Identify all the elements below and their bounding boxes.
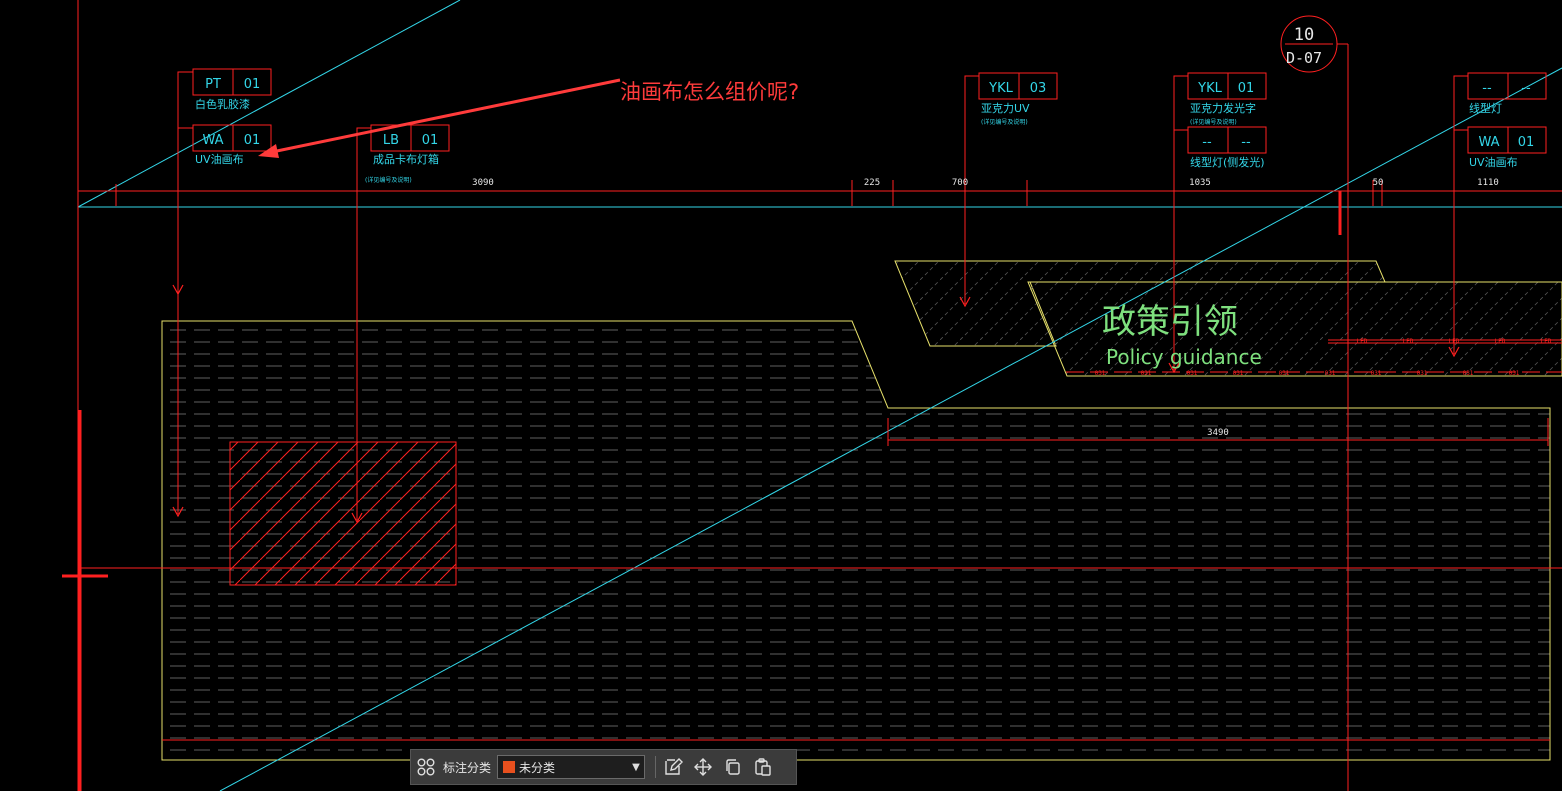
section-marker-top: 10 <box>1294 25 1314 45</box>
tag-right-top-desc: 线型灯 <box>1469 101 1502 115</box>
tag-wa-left-num: 01 <box>244 133 261 148</box>
dimension-lower: 3490 <box>1207 428 1229 438</box>
tag-wa-left-desc: UV油画布 <box>195 152 244 166</box>
tag-ykl01-desc: 亚克力发光字 <box>1190 101 1256 115</box>
tag-ykl03-note: (详见编号及说明) <box>981 118 1028 126</box>
lightbox-panel <box>229 441 457 586</box>
tag-right-top-num: -- <box>1521 81 1531 96</box>
dimension-700: 700 <box>952 178 968 188</box>
category-color-swatch <box>503 761 516 773</box>
dimension-50: 50 <box>1373 178 1384 188</box>
tag-pt-desc: 白色乳胶漆 <box>195 97 250 111</box>
light-strip-label-10: 031 <box>1509 370 1520 377</box>
light-strip-label-4: 031 <box>1233 370 1244 377</box>
edit-note-icon[interactable] <box>658 752 688 782</box>
tag-right-top-code: -- <box>1482 81 1492 96</box>
category-select-value: 未分类 <box>519 760 556 775</box>
dimension-1110: 1110 <box>1477 178 1499 188</box>
led-strip-label-2: LED <box>1403 338 1414 345</box>
tag-ykl03-code: YKL <box>988 81 1013 96</box>
section-marker: 10 D-07 <box>1280 15 1338 73</box>
tag-lb-code: LB <box>383 133 399 148</box>
sign-title-en: Policy guidance <box>1106 345 1262 369</box>
dimension-3090: 3090 <box>472 178 494 188</box>
annotation-text: 油画布怎么组价呢? <box>620 80 799 104</box>
toolbar-label: 标注分类 <box>443 760 492 775</box>
light-strip-label-1: 031 <box>1095 370 1106 377</box>
led-strip-label-1: LED <box>1357 338 1368 345</box>
tag-ykl01-note: (详见编号及说明) <box>1190 118 1237 126</box>
dimension-225: 225 <box>864 178 880 188</box>
light-strip-label-2: 031 <box>1141 370 1152 377</box>
light-strip-label-3: 031 <box>1187 370 1198 377</box>
paste-icon[interactable] <box>748 752 778 782</box>
review-annotation: 油画布怎么组价呢? <box>258 78 799 158</box>
grid-icon[interactable] <box>411 752 441 782</box>
tag-wa-right-num: 01 <box>1518 135 1535 150</box>
light-strip-label-8: 031 <box>1417 370 1428 377</box>
cad-canvas[interactable]: 10 D-07 PT 01 白色乳胶漆 WA 01 UV油画布 LB 01 成品… <box>0 0 1562 791</box>
light-strip-label-7: 031 <box>1371 370 1382 377</box>
light-strip-label-6: 031 <box>1325 370 1336 377</box>
led-strip-label-5: LED <box>1541 338 1552 345</box>
led-strip-label-3: LED <box>1449 338 1460 345</box>
tag-ykl01-code: YKL <box>1197 81 1222 96</box>
dimension-1035: 1035 <box>1189 178 1211 188</box>
tag-lb-num: 01 <box>422 133 439 148</box>
category-select[interactable]: 未分类 ▼ <box>497 755 646 779</box>
tag-wa-left-code: WA <box>202 133 223 148</box>
tag-led-num: -- <box>1241 135 1251 150</box>
section-marker-bottom: D-07 <box>1286 49 1322 67</box>
toolbar-divider <box>655 756 657 778</box>
chevron-down-icon: ▼ <box>632 761 640 773</box>
annotation-toolbar: 标注分类 未分类 ▼ <box>410 749 797 785</box>
tag-ykl01-num: 01 <box>1238 81 1255 96</box>
tag-lb-note: (详见编号及说明) <box>365 176 412 184</box>
tag-led-code: -- <box>1202 135 1212 150</box>
led-strip-label-4: LED <box>1495 338 1506 345</box>
copy-icon[interactable] <box>718 752 748 782</box>
move-icon[interactable] <box>688 752 718 782</box>
tag-pt-code: PT <box>205 77 221 92</box>
light-strip-label-5: 031 <box>1279 370 1290 377</box>
light-strip-label-9: 031 <box>1463 370 1474 377</box>
tag-led-desc: 线型灯(侧发光) <box>1190 155 1265 169</box>
tag-wa-right-code: WA <box>1478 135 1499 150</box>
sign-title-cn: 政策引领 <box>1102 302 1238 342</box>
tag-lb-desc: 成品卡布灯箱 <box>373 152 439 166</box>
tag-ykl03-num: 03 <box>1030 81 1047 96</box>
tag-wa-right-desc: UV油画布 <box>1469 155 1518 169</box>
tag-ykl03-desc: 亚克力UV <box>981 102 1030 115</box>
tag-pt-num: 01 <box>244 77 261 92</box>
